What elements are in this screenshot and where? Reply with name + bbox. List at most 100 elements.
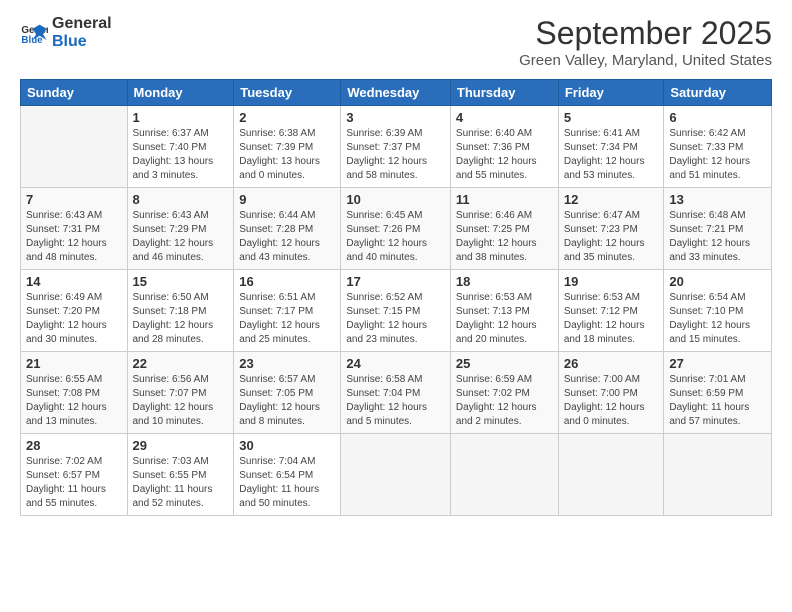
- page: General Blue General Blue September 2025…: [0, 0, 792, 612]
- calendar-cell: 17Sunrise: 6:52 AMSunset: 7:15 PMDayligh…: [341, 270, 451, 352]
- calendar-cell: 12Sunrise: 6:47 AMSunset: 7:23 PMDayligh…: [558, 188, 664, 270]
- day-header-sunday: Sunday: [21, 80, 128, 106]
- day-number: 5: [564, 110, 659, 125]
- calendar-cell: 1 Sunrise: 6:37 AMSunset: 7:40 PMDaylight…: [127, 106, 234, 188]
- day-number: 15: [133, 274, 229, 289]
- calendar-week-4: 21 Sunrise: 6:55 AMSunset: 7:08 PMDayligh…: [21, 352, 772, 434]
- day-info: Sunrise: 6:58 AMSunset: 7:04 PMDaylight:…: [346, 373, 445, 429]
- calendar-cell: 10 Sunrise: 6:45 AMSunset: 7:26 PMDayligh…: [341, 188, 451, 270]
- day-number: 25: [456, 356, 553, 371]
- day-info: Sunrise: 6:42 AMSunset: 7:33 PMDaylight:…: [669, 127, 766, 183]
- day-header-saturday: Saturday: [664, 80, 772, 106]
- calendar-cell: 15 Sunrise: 6:50 AMSunset: 7:18 PMDayligh…: [127, 270, 234, 352]
- day-header-monday: Monday: [127, 80, 234, 106]
- calendar-cell: 28Sunrise: 7:02 AMSunset: 6:57 PMDayligh…: [21, 434, 128, 516]
- day-info: Sunrise: 6:57 AMSunset: 7:05 PMDaylight:…: [239, 373, 335, 429]
- day-info: Sunrise: 7:01 AMSunset: 6:59 PMDaylight:…: [669, 373, 766, 429]
- calendar-cell: 7 Sunrise: 6:43 AMSunset: 7:31 PMDaylight…: [21, 188, 128, 270]
- day-number: 22: [133, 356, 229, 371]
- header: General Blue General Blue September 2025…: [20, 15, 772, 69]
- day-number: 30: [239, 438, 335, 453]
- day-number: 23: [239, 356, 335, 371]
- calendar-cell: 22Sunrise: 6:56 AMSunset: 7:07 PMDayligh…: [127, 352, 234, 434]
- logo-general-text: General: [52, 15, 112, 33]
- day-info: Sunrise: 6:49 AMSunset: 7:20 PMDaylight:…: [26, 291, 122, 347]
- day-number: 6: [669, 110, 766, 125]
- calendar-cell: 29 Sunrise: 7:03 AMSunset: 6:55 PMDayligh…: [127, 434, 234, 516]
- day-number: 10: [346, 192, 445, 207]
- calendar-cell: 19 Sunrise: 6:53 AMSunset: 7:12 PMDayligh…: [558, 270, 664, 352]
- logo: General Blue General Blue: [20, 15, 112, 50]
- calendar-cell: 2Sunrise: 6:38 AMSunset: 7:39 PMDaylight…: [234, 106, 341, 188]
- day-number: 4: [456, 110, 553, 125]
- calendar-cell: 13Sunrise: 6:48 AMSunset: 7:21 PMDayligh…: [664, 188, 772, 270]
- day-info: Sunrise: 6:39 AMSunset: 7:37 PMDaylight:…: [346, 127, 445, 183]
- calendar-cell: [664, 434, 772, 516]
- logo-icon: General Blue: [20, 19, 48, 47]
- day-number: 24: [346, 356, 445, 371]
- calendar-cell: [341, 434, 451, 516]
- day-number: 19: [564, 274, 659, 289]
- day-number: 21: [26, 356, 122, 371]
- day-number: 3: [346, 110, 445, 125]
- day-number: 11: [456, 192, 553, 207]
- day-info: Sunrise: 6:59 AMSunset: 7:02 PMDaylight:…: [456, 373, 553, 429]
- calendar-cell: 11 Sunrise: 6:46 AMSunset: 7:25 PMDayligh…: [450, 188, 558, 270]
- day-info: Sunrise: 6:53 AMSunset: 7:12 PMDaylight:…: [564, 291, 659, 347]
- day-header-wednesday: Wednesday: [341, 80, 451, 106]
- calendar-cell: 6 Sunrise: 6:42 AMSunset: 7:33 PMDaylight…: [664, 106, 772, 188]
- calendar-cell: 3 Sunrise: 6:39 AMSunset: 7:37 PMDaylight…: [341, 106, 451, 188]
- calendar-cell: 4 Sunrise: 6:40 AMSunset: 7:36 PMDaylight…: [450, 106, 558, 188]
- calendar-table: SundayMondayTuesdayWednesdayThursdayFrid…: [20, 79, 772, 516]
- calendar-week-3: 14Sunrise: 6:49 AMSunset: 7:20 PMDayligh…: [21, 270, 772, 352]
- calendar-cell: 18Sunrise: 6:53 AMSunset: 7:13 PMDayligh…: [450, 270, 558, 352]
- calendar-cell: 9 Sunrise: 6:44 AMSunset: 7:28 PMDaylight…: [234, 188, 341, 270]
- day-header-friday: Friday: [558, 80, 664, 106]
- calendar-week-2: 7 Sunrise: 6:43 AMSunset: 7:31 PMDaylight…: [21, 188, 772, 270]
- calendar-week-5: 28Sunrise: 7:02 AMSunset: 6:57 PMDayligh…: [21, 434, 772, 516]
- calendar-cell: [450, 434, 558, 516]
- calendar-subtitle: Green Valley, Maryland, United States: [519, 52, 772, 69]
- day-number: 17: [346, 274, 445, 289]
- svg-text:Blue: Blue: [21, 34, 43, 45]
- day-info: Sunrise: 6:40 AMSunset: 7:36 PMDaylight:…: [456, 127, 553, 183]
- calendar-cell: 14Sunrise: 6:49 AMSunset: 7:20 PMDayligh…: [21, 270, 128, 352]
- day-number: 9: [239, 192, 335, 207]
- day-info: Sunrise: 6:44 AMSunset: 7:28 PMDaylight:…: [239, 209, 335, 265]
- calendar-cell: [21, 106, 128, 188]
- day-number: 12: [564, 192, 659, 207]
- title-block: September 2025 Green Valley, Maryland, U…: [519, 15, 772, 69]
- day-number: 1: [133, 110, 229, 125]
- calendar-cell: 16Sunrise: 6:51 AMSunset: 7:17 PMDayligh…: [234, 270, 341, 352]
- day-info: Sunrise: 6:48 AMSunset: 7:21 PMDaylight:…: [669, 209, 766, 265]
- day-number: 28: [26, 438, 122, 453]
- day-info: Sunrise: 7:04 AMSunset: 6:54 PMDaylight:…: [239, 455, 335, 511]
- day-info: Sunrise: 6:51 AMSunset: 7:17 PMDaylight:…: [239, 291, 335, 347]
- calendar-title: September 2025: [519, 15, 772, 52]
- calendar-cell: 27Sunrise: 7:01 AMSunset: 6:59 PMDayligh…: [664, 352, 772, 434]
- day-info: Sunrise: 6:50 AMSunset: 7:18 PMDaylight:…: [133, 291, 229, 347]
- calendar-cell: 20Sunrise: 6:54 AMSunset: 7:10 PMDayligh…: [664, 270, 772, 352]
- day-header-thursday: Thursday: [450, 80, 558, 106]
- calendar-cell: 8Sunrise: 6:43 AMSunset: 7:29 PMDaylight…: [127, 188, 234, 270]
- calendar-cell: 5 Sunrise: 6:41 AMSunset: 7:34 PMDaylight…: [558, 106, 664, 188]
- day-number: 7: [26, 192, 122, 207]
- calendar-header-row: SundayMondayTuesdayWednesdayThursdayFrid…: [21, 80, 772, 106]
- day-number: 26: [564, 356, 659, 371]
- day-info: Sunrise: 6:43 AMSunset: 7:31 PMDaylight:…: [26, 209, 122, 265]
- logo-blue-text: Blue: [52, 33, 112, 51]
- day-info: Sunrise: 6:55 AMSunset: 7:08 PMDaylight:…: [26, 373, 122, 429]
- calendar-cell: [558, 434, 664, 516]
- day-number: 2: [239, 110, 335, 125]
- day-number: 20: [669, 274, 766, 289]
- day-info: Sunrise: 7:03 AMSunset: 6:55 PMDaylight:…: [133, 455, 229, 511]
- day-info: Sunrise: 6:41 AMSunset: 7:34 PMDaylight:…: [564, 127, 659, 183]
- calendar-cell: 21 Sunrise: 6:55 AMSunset: 7:08 PMDayligh…: [21, 352, 128, 434]
- calendar-cell: 23 Sunrise: 6:57 AMSunset: 7:05 PMDayligh…: [234, 352, 341, 434]
- calendar-cell: 25 Sunrise: 6:59 AMSunset: 7:02 PMDayligh…: [450, 352, 558, 434]
- day-info: Sunrise: 6:46 AMSunset: 7:25 PMDaylight:…: [456, 209, 553, 265]
- day-info: Sunrise: 6:37 AMSunset: 7:40 PMDaylight:…: [133, 127, 229, 183]
- day-info: Sunrise: 6:45 AMSunset: 7:26 PMDaylight:…: [346, 209, 445, 265]
- day-number: 29: [133, 438, 229, 453]
- day-header-tuesday: Tuesday: [234, 80, 341, 106]
